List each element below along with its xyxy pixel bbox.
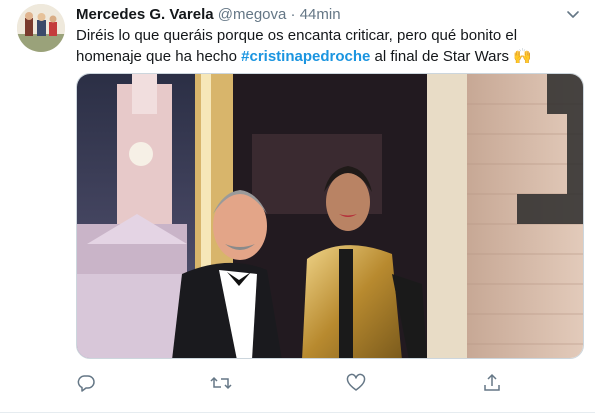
chevron-down-icon[interactable] bbox=[565, 6, 581, 22]
avatar[interactable] bbox=[17, 4, 65, 52]
tweet: Mercedes G. Varela @megova · 44min Diréi… bbox=[0, 0, 595, 413]
hashtag-link[interactable]: #cristinapedroche bbox=[241, 48, 370, 65]
tweet-time[interactable]: 44min bbox=[300, 6, 341, 23]
tweet-photo[interactable] bbox=[76, 73, 584, 359]
author-name[interactable]: Mercedes G. Varela bbox=[76, 6, 214, 23]
share-icon[interactable] bbox=[482, 373, 504, 395]
tweet-text-after-hashtag: al final de Star Wars bbox=[370, 48, 514, 65]
tweet-text-before-hashtag: homenaje que ha hecho bbox=[76, 48, 242, 65]
tweet-actions bbox=[76, 373, 584, 395]
tweet-text-line1: Diréis lo que queráis porque os encanta … bbox=[76, 27, 518, 44]
like-icon[interactable] bbox=[346, 373, 368, 395]
tweet-header: Mercedes G. Varela @megova · 44min bbox=[76, 6, 341, 23]
author-handle[interactable]: @megova bbox=[218, 6, 287, 23]
retweet-icon[interactable] bbox=[210, 373, 232, 395]
tweet-text: Diréis lo que queráis porque os encanta … bbox=[76, 26, 576, 67]
separator-dot: · bbox=[290, 6, 296, 23]
reply-icon[interactable] bbox=[76, 373, 98, 395]
tweet-text-line2: homenaje que ha hecho #cristinapedroche … bbox=[76, 46, 576, 67]
raising-hands-emoji: 🙌 bbox=[513, 47, 532, 65]
